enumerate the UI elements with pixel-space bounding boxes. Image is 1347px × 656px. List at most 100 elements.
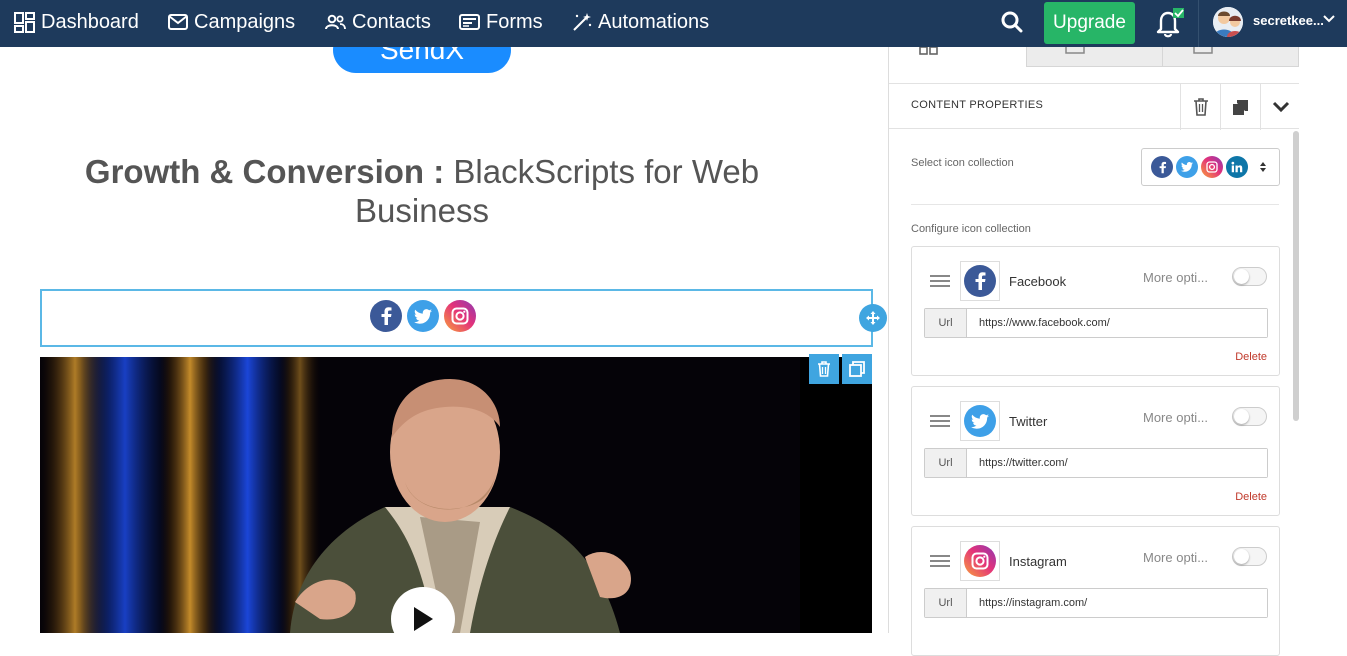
upgrade-button[interactable]: Upgrade xyxy=(1044,2,1135,44)
video-block[interactable] xyxy=(40,357,872,633)
card-icon-box xyxy=(960,261,1000,301)
more-options-toggle[interactable] xyxy=(1232,547,1267,566)
nav-label: Forms xyxy=(486,10,543,33)
username-label[interactable]: secretkee... xyxy=(1253,13,1324,28)
url-input[interactable] xyxy=(967,449,1267,477)
url-addon-label: Url xyxy=(925,449,967,477)
headline-text[interactable]: Growth & Conversion : BlackScripts for W… xyxy=(40,152,804,230)
url-field-group: Url xyxy=(924,308,1268,338)
nav-automations[interactable]: Automations xyxy=(572,0,709,44)
twitter-icon xyxy=(1176,156,1198,178)
move-arrows-icon xyxy=(866,311,880,325)
tab-rows[interactable] xyxy=(1027,47,1163,67)
delete-link[interactable]: Delete xyxy=(1235,351,1267,363)
envelope-icon xyxy=(168,14,188,30)
more-options-label[interactable]: More opti... xyxy=(1143,270,1208,285)
email-canvas: SendX Growth & Conversion : BlackScripts… xyxy=(0,47,888,633)
chevron-down-icon[interactable] xyxy=(1323,14,1335,24)
nav-dashboard[interactable]: Dashboard xyxy=(14,0,139,44)
duplicate-block-button[interactable] xyxy=(842,354,872,384)
user-avatar-icon xyxy=(1213,7,1243,37)
duplicate-icon xyxy=(1233,99,1248,115)
sendx-button[interactable]: SendX xyxy=(333,47,511,73)
nav-label: Dashboard xyxy=(41,10,139,33)
card-icon-box xyxy=(960,401,1000,441)
instagram-icon xyxy=(1201,156,1223,178)
search-icon[interactable] xyxy=(1000,10,1024,34)
play-icon xyxy=(414,607,433,631)
drag-handle-icon[interactable] xyxy=(930,555,950,570)
tab-settings[interactable] xyxy=(1163,47,1299,67)
social-icons-block[interactable] xyxy=(40,289,873,347)
facebook-icon xyxy=(964,265,996,297)
video-thumbnail-image xyxy=(40,357,872,633)
rows-icon xyxy=(1065,47,1085,54)
more-options-label[interactable]: More opti... xyxy=(1143,410,1208,425)
card-icon-box xyxy=(960,541,1000,581)
more-options-toggle[interactable] xyxy=(1232,267,1267,286)
configure-collection-label: Configure icon collection xyxy=(911,223,1031,235)
nav-campaigns[interactable]: Campaigns xyxy=(168,0,295,44)
sendx-label: SendX xyxy=(379,47,465,65)
url-input[interactable] xyxy=(967,309,1267,337)
nav-label: Contacts xyxy=(352,10,431,33)
content-properties-title: CONTENT PROPERTIES xyxy=(911,99,1044,111)
card-name: Instagram xyxy=(1009,554,1067,569)
scrollbar[interactable] xyxy=(1293,131,1299,421)
select-collection-label: Select icon collection xyxy=(911,157,1014,169)
drag-handle-icon[interactable] xyxy=(930,275,950,290)
url-field-group: Url xyxy=(924,448,1268,478)
icon-card-twitter: Twitter More opti... Url Delete xyxy=(911,386,1280,516)
nav-contacts[interactable]: Contacts xyxy=(325,0,431,44)
duplicate-button[interactable] xyxy=(1220,84,1260,130)
url-input[interactable] xyxy=(967,589,1267,617)
select-arrows-icon xyxy=(1260,162,1266,172)
form-icon xyxy=(459,14,480,30)
delete-link[interactable]: Delete xyxy=(1235,491,1267,503)
bell-icon[interactable] xyxy=(1153,7,1185,39)
chevron-down-icon xyxy=(1272,101,1289,113)
move-handle[interactable] xyxy=(859,304,887,332)
duplicate-icon xyxy=(849,361,865,377)
drag-handle-icon[interactable] xyxy=(930,415,950,430)
url-addon-label: Url xyxy=(925,589,967,617)
avatar[interactable] xyxy=(1213,7,1243,37)
tab-content[interactable] xyxy=(889,47,1027,67)
url-addon-label: Url xyxy=(925,309,967,337)
social-icons-row xyxy=(370,300,476,332)
collapse-button[interactable] xyxy=(1260,84,1300,130)
nav-separator xyxy=(1198,0,1199,47)
trash-icon xyxy=(1193,98,1208,116)
nav-forms[interactable]: Forms xyxy=(459,0,543,44)
instagram-icon xyxy=(964,545,996,577)
panel-tabs xyxy=(889,47,1299,67)
twitter-icon[interactable] xyxy=(407,300,439,332)
content-properties-header: CONTENT PROPERTIES xyxy=(889,83,1300,130)
url-field-group: Url xyxy=(924,588,1268,618)
top-navigation: Dashboard Campaigns Contacts Forms Autom… xyxy=(0,0,1347,47)
properties-panel: CONTENT PROPERTIES Select icon collectio… xyxy=(888,47,1347,656)
more-options-label[interactable]: More opti... xyxy=(1143,550,1208,565)
facebook-icon[interactable] xyxy=(370,300,402,332)
settings-icon xyxy=(1193,47,1213,54)
grid-icon xyxy=(919,47,938,55)
headline-bold: Growth & Conversion : xyxy=(84,153,445,190)
more-options-toggle[interactable] xyxy=(1232,407,1267,426)
twitter-icon xyxy=(964,405,996,437)
instagram-icon[interactable] xyxy=(444,300,476,332)
nav-label: Campaigns xyxy=(194,10,296,33)
delete-block-button[interactable] xyxy=(809,354,839,384)
nav-label: Automations xyxy=(598,10,710,33)
divider xyxy=(911,204,1279,205)
people-icon xyxy=(325,14,346,30)
magic-wand-icon xyxy=(573,13,592,31)
icon-collection-select[interactable] xyxy=(1141,148,1280,186)
delete-button[interactable] xyxy=(1180,84,1220,130)
trash-icon xyxy=(818,361,830,377)
card-name: Twitter xyxy=(1009,414,1048,429)
dashboard-icon xyxy=(14,11,35,33)
icon-card-facebook: Facebook More opti... Url Delete xyxy=(911,246,1280,376)
card-name: Facebook xyxy=(1009,274,1067,289)
icon-card-instagram: Instagram More opti... Url xyxy=(911,526,1280,656)
linkedin-icon xyxy=(1226,156,1248,178)
